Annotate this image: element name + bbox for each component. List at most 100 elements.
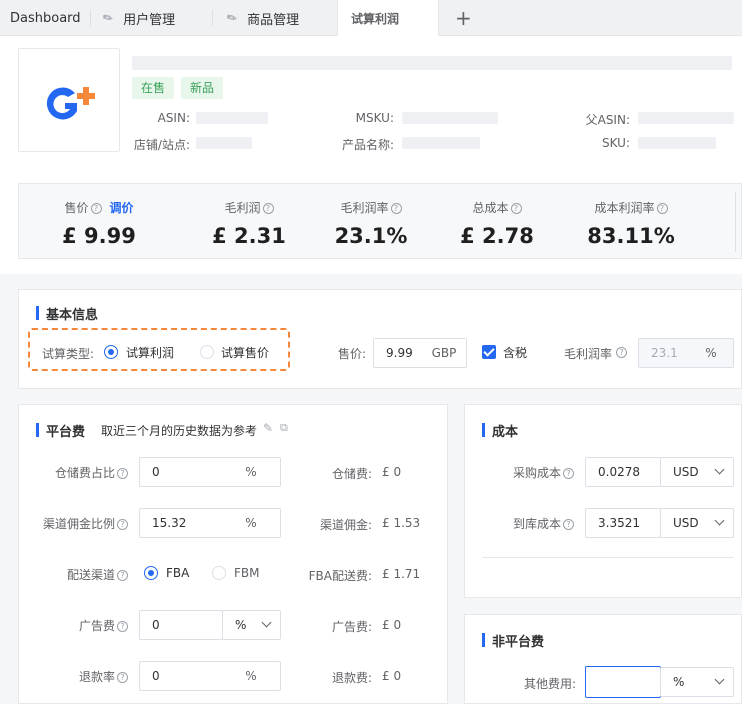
metric-gross-margin: 毛利润率? 23.1%: [306, 184, 436, 260]
msku-value-placeholder: [402, 112, 498, 124]
fba-fee-value: £ 1.71: [382, 567, 421, 581]
help-icon[interactable]: ?: [563, 519, 574, 530]
calc-type-label: 试算类型:: [41, 347, 94, 361]
calc-price-option[interactable]: 试算售价: [221, 344, 269, 361]
landed-cost-label: 到库成本?: [480, 515, 574, 532]
percent-suffix: %: [245, 669, 257, 683]
asin-label: ASIN:: [157, 111, 190, 125]
other-fee-label: 其他费用:: [523, 677, 576, 691]
tab-user-management[interactable]: ✎ 用户管理: [100, 0, 176, 36]
refund-rate-input[interactable]: 0 %: [139, 661, 281, 691]
calc-price-radio[interactable]: [200, 345, 214, 359]
percent-suffix: %: [245, 465, 257, 479]
landed-currency-select[interactable]: USD: [660, 508, 734, 538]
refund-rate-label: 退款率?: [40, 668, 128, 685]
purchase-currency-select[interactable]: USD: [660, 457, 734, 487]
store-value-placeholder: [196, 137, 252, 149]
tab-label: 试算利润: [351, 11, 400, 26]
help-icon[interactable]: ?: [656, 203, 668, 214]
help-icon[interactable]: ?: [117, 519, 128, 530]
landed-currency-value: USD: [673, 516, 699, 530]
metric-label: 售价? 调价: [19, 199, 179, 216]
cost-margin-label: 成本利润率: [594, 201, 655, 215]
pin-icon[interactable]: ✎: [224, 9, 240, 26]
platform-fee-card: [18, 404, 448, 704]
metric-gross-profit: 毛利润? £ 2.31: [184, 184, 314, 260]
purchase-currency-value: USD: [673, 465, 699, 479]
ad-fee-label: 广告费:: [331, 620, 372, 634]
commission-ratio-label: 渠道佣金比例?: [40, 515, 128, 532]
fba-radio[interactable]: [144, 566, 158, 580]
gross-margin-label: 毛利润率: [340, 201, 389, 215]
edit-icon[interactable]: ✎: [263, 421, 273, 435]
help-icon[interactable]: ?: [117, 468, 128, 479]
commission-ratio-input[interactable]: 15.32 %: [139, 508, 281, 538]
fba-option[interactable]: FBA: [166, 566, 189, 580]
total-cost-label: 总成本: [472, 201, 509, 215]
msku-label: MSKU:: [355, 111, 394, 125]
sku-value-placeholder: [638, 137, 716, 149]
help-icon[interactable]: ?: [117, 621, 128, 632]
commission-label: 渠道佣金:: [319, 518, 372, 532]
product-name-placeholder: [402, 137, 480, 149]
refund-fee-label: 退款费:: [331, 671, 372, 685]
help-icon[interactable]: ?: [262, 203, 274, 214]
sale-price-label: 售价:: [337, 347, 366, 361]
ad-fee-value: £ 0: [382, 618, 402, 632]
price-value: £ 9.99: [62, 224, 136, 248]
tab-product-management[interactable]: ✎ 商品管理: [224, 0, 300, 36]
metric-cost-margin: 成本利润率? 83.11%: [565, 184, 697, 260]
basic-info-title: 基本信息: [36, 304, 98, 323]
tab-profit-calc[interactable]: 试算利润: [337, 0, 439, 36]
cost-margin-value: 83.11%: [587, 224, 675, 248]
other-fee-input[interactable]: [585, 666, 661, 698]
tab-dashboard[interactable]: Dashboard: [10, 0, 81, 36]
pin-icon[interactable]: ✎: [100, 9, 116, 26]
tax-included-label[interactable]: 含税: [503, 344, 527, 361]
currency-suffix: GBP: [431, 346, 457, 360]
storage-fee-value: £ 0: [382, 465, 402, 479]
platform-fee-note: 取近三个月的历史数据为参考: [101, 424, 258, 438]
adjust-price-link[interactable]: 调价: [110, 201, 134, 215]
add-tab-icon[interactable]: +: [455, 6, 472, 30]
gross-profit-label: 毛利润: [224, 201, 261, 215]
calc-profit-radio[interactable]: [104, 345, 118, 359]
copy-icon[interactable]: ⧉: [280, 421, 288, 435]
fbm-option[interactable]: FBM: [234, 566, 260, 580]
sale-price-input[interactable]: 9.99 GBP: [373, 338, 467, 368]
storage-ratio-input[interactable]: 0 %: [139, 457, 281, 487]
help-icon[interactable]: ?: [510, 203, 522, 214]
calc-profit-option[interactable]: 试算利润: [126, 344, 174, 361]
purchase-cost-value: 0.0278: [598, 465, 640, 479]
purchase-cost-input[interactable]: 0.0278: [585, 457, 661, 487]
tab-label: 用户管理: [123, 12, 176, 28]
gross-profit-value: £ 2.31: [212, 224, 286, 248]
chevron-down-icon: [714, 515, 725, 526]
metric-price: 售价? 调价 £ 9.99: [19, 184, 179, 260]
chevron-down-icon: [714, 464, 725, 475]
other-fee-unit-select[interactable]: %: [660, 667, 734, 697]
product-name-label: 产品名称:: [341, 138, 394, 152]
percent-suffix: %: [245, 516, 257, 530]
ad-unit-select[interactable]: %: [222, 610, 281, 640]
help-icon[interactable]: ?: [390, 203, 402, 214]
asin-value-placeholder: [196, 112, 268, 124]
help-icon[interactable]: ?: [563, 468, 574, 479]
fbm-radio[interactable]: [212, 566, 226, 580]
status-badge: 在售: [132, 77, 175, 99]
chevron-down-icon: [261, 617, 272, 628]
commission-ratio-value: 15.32: [152, 516, 187, 530]
tax-included-checkbox[interactable]: [482, 345, 496, 359]
ad-input[interactable]: 0: [139, 610, 223, 640]
tab-divider: [212, 10, 213, 26]
margin-input: 23.1 %: [638, 338, 734, 368]
landed-cost-input[interactable]: 3.3521: [585, 508, 661, 538]
help-icon[interactable]: ?: [117, 570, 128, 581]
help-icon[interactable]: ?: [616, 347, 627, 358]
help-icon[interactable]: ?: [117, 672, 128, 683]
help-icon[interactable]: ?: [90, 203, 102, 214]
storage-ratio-value: 0: [152, 465, 160, 479]
tab-label: 商品管理: [247, 12, 300, 28]
metrics-divider: [735, 192, 736, 252]
storage-ratio-label: 仓储费占比?: [40, 464, 128, 481]
